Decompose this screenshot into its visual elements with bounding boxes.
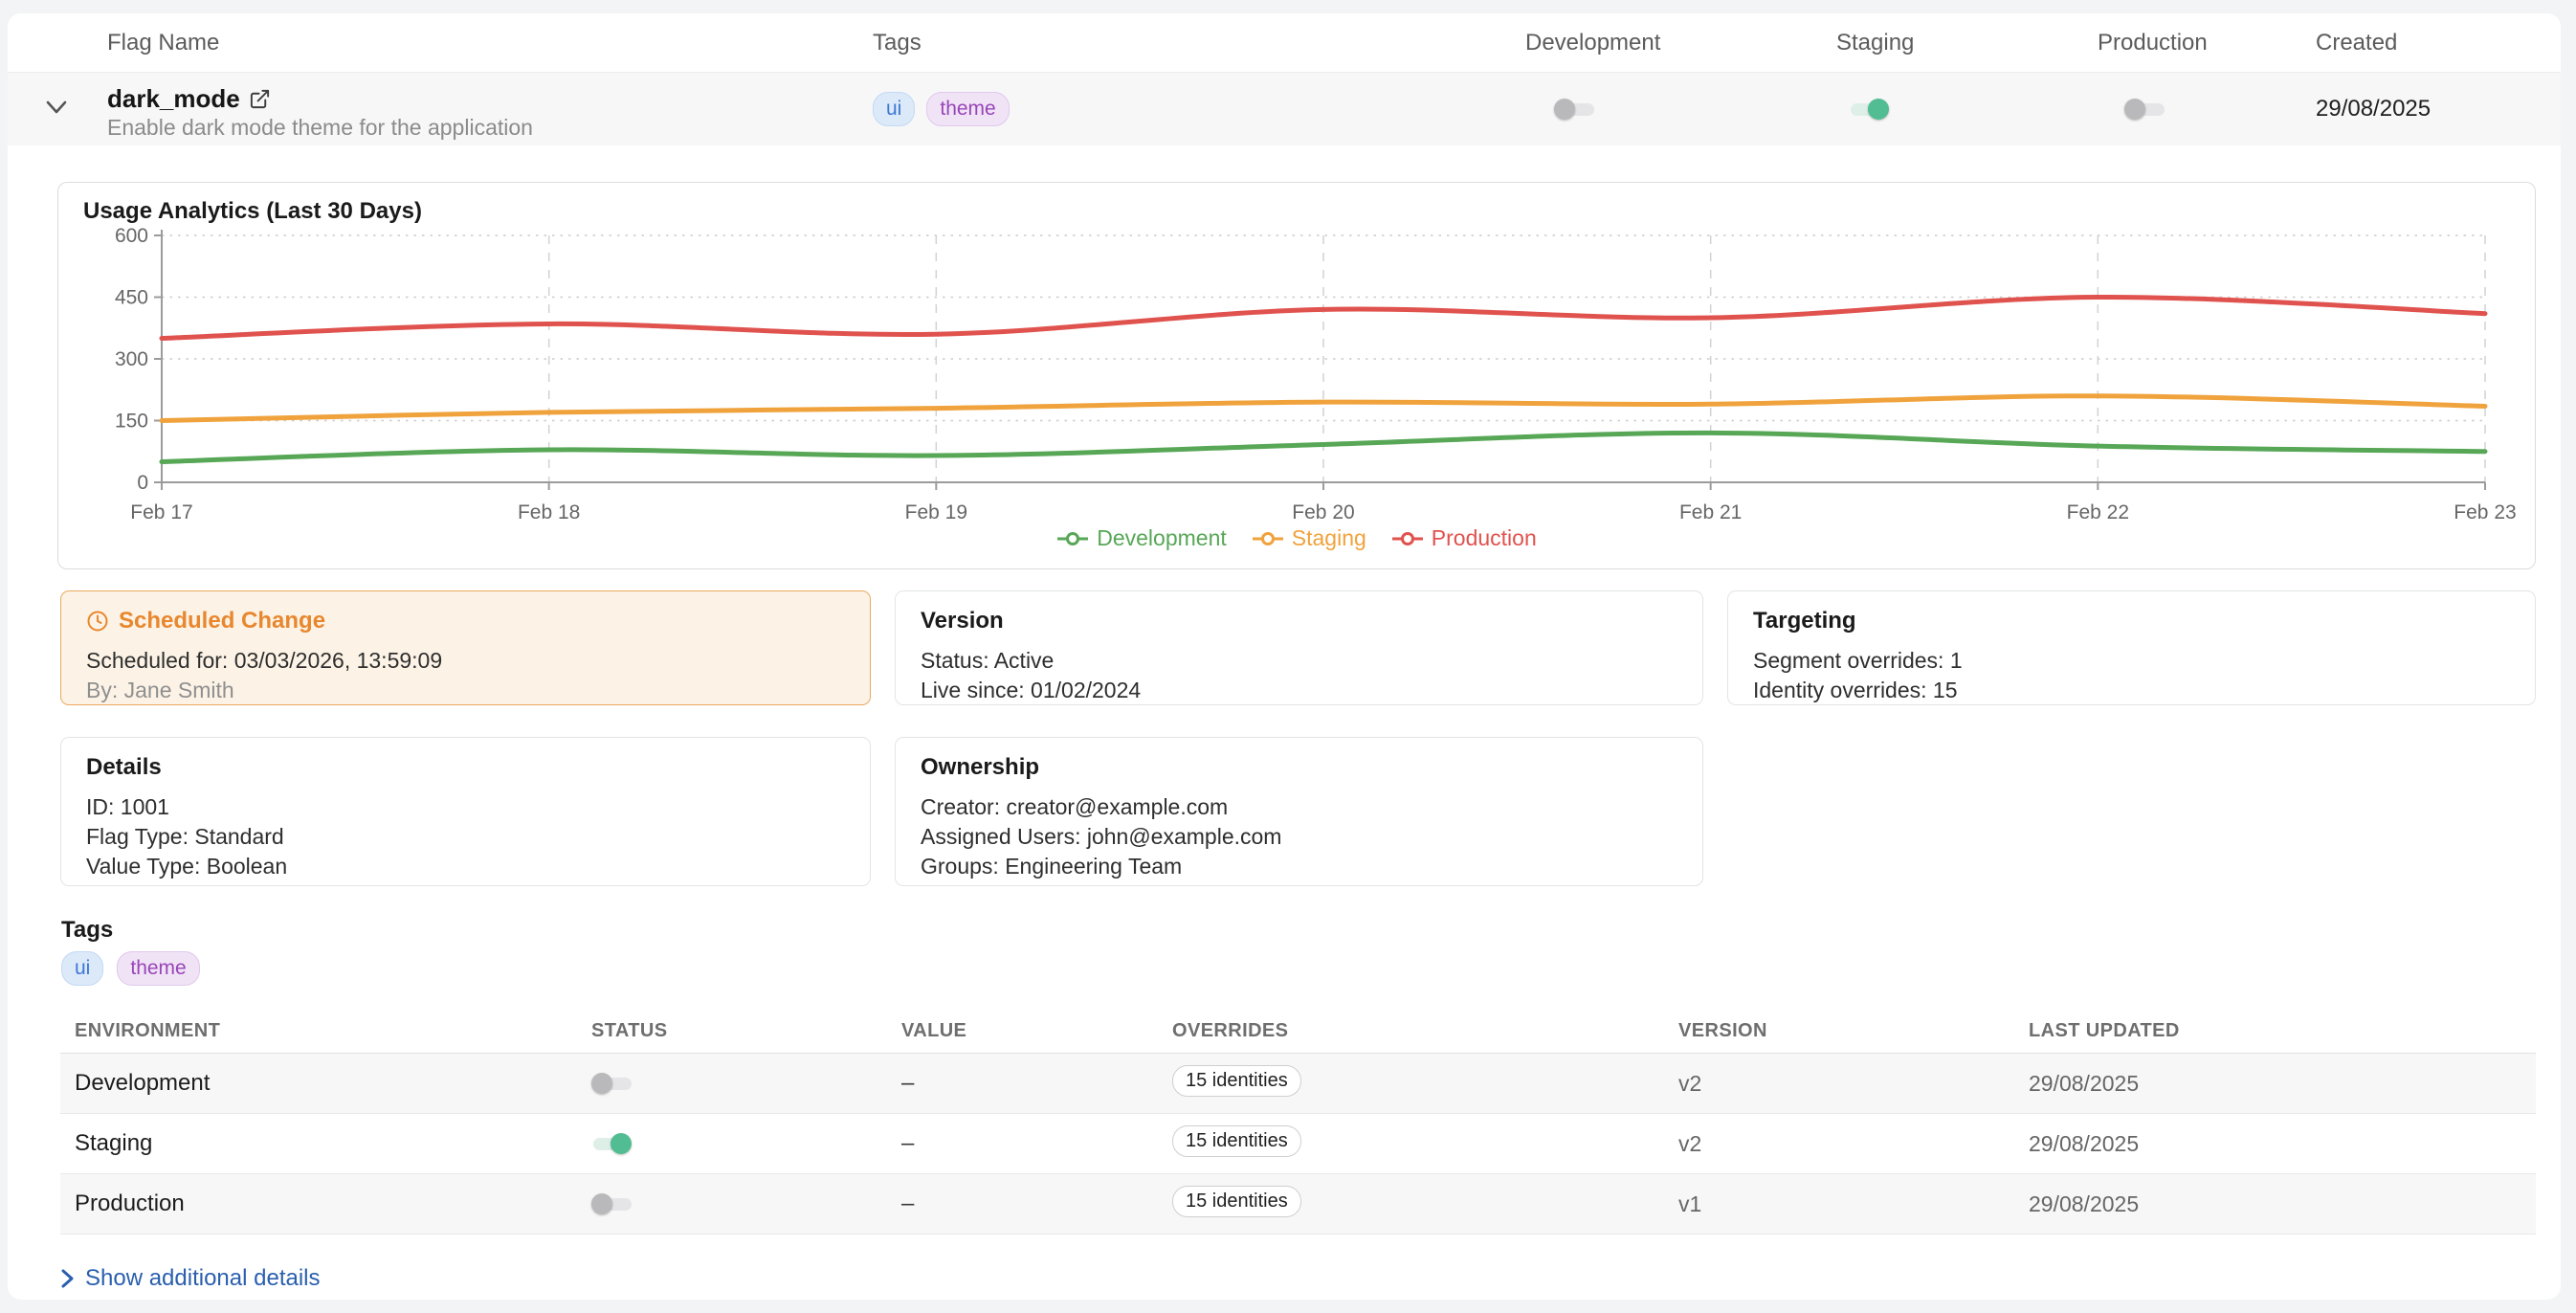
column-status: STATUS bbox=[591, 1020, 667, 1042]
environment-name: Development bbox=[75, 1070, 210, 1097]
version-cell: v1 bbox=[1678, 1191, 1701, 1217]
column-tags: Tags bbox=[873, 13, 922, 72]
column-overrides: OVERRIDES bbox=[1172, 1020, 1288, 1042]
ownership-creator: Creator: creator@example.com bbox=[921, 792, 1677, 822]
column-staging: Staging bbox=[1836, 13, 1914, 72]
version-cell: v2 bbox=[1678, 1071, 1701, 1097]
scheduled-change-title: Scheduled Change bbox=[119, 608, 325, 634]
column-flag-name: Flag Name bbox=[107, 13, 219, 72]
tag-ui: ui bbox=[61, 951, 103, 986]
details-card-title: Details bbox=[86, 754, 845, 781]
flag-table-header: Flag Name Tags Development Staging Produ… bbox=[8, 13, 2561, 73]
version-card: Version Status: Active Live since: 01/02… bbox=[895, 590, 1703, 705]
value-cell: – bbox=[901, 1130, 914, 1157]
created-date: 29/08/2025 bbox=[2316, 73, 2431, 145]
value-cell: – bbox=[901, 1070, 914, 1097]
svg-text:Feb 22: Feb 22 bbox=[2067, 501, 2129, 523]
flag-row-dark-mode[interactable]: dark_mode Enable dark mode theme for the… bbox=[8, 73, 2561, 145]
version-live-since: Live since: 01/02/2024 bbox=[921, 676, 1677, 705]
ownership-assigned-users: Assigned Users: john@example.com bbox=[921, 822, 1677, 852]
environment-table: ENVIRONMENT STATUS VALUE OVERRIDES VERSI… bbox=[60, 1014, 2536, 1235]
usage-analytics-panel: 0 150 300 450 600 Feb 17 Feb 18 Feb 19 Feb 20 Feb… bbox=[57, 182, 2536, 569]
external-link-icon[interactable] bbox=[249, 88, 271, 110]
svg-text:Feb 20: Feb 20 bbox=[1292, 501, 1354, 523]
column-development: Development bbox=[1525, 13, 1660, 72]
version-cell: v2 bbox=[1678, 1131, 1701, 1157]
table-row-staging: Staging – 15 identities v2 29/08/2025 bbox=[60, 1114, 2536, 1174]
usage-analytics-chart: 0 150 300 450 600 Feb 17 Feb 18 Feb 19 Feb 20 Feb… bbox=[58, 183, 2535, 568]
tag-theme: theme bbox=[926, 92, 1009, 126]
svg-text:0: 0 bbox=[137, 472, 148, 494]
details-id: ID: 1001 bbox=[86, 792, 845, 822]
svg-text:450: 450 bbox=[115, 287, 148, 309]
legend-item-development: Development bbox=[1056, 525, 1227, 551]
identity-overrides: Identity overrides: 15 bbox=[1753, 676, 2510, 705]
environment-name: Production bbox=[75, 1191, 185, 1217]
svg-text:Feb 19: Feb 19 bbox=[905, 501, 967, 523]
last-updated-cell: 29/08/2025 bbox=[2029, 1071, 2139, 1097]
chart-title: Usage Analytics (Last 30 Days) bbox=[83, 198, 422, 225]
svg-text:600: 600 bbox=[115, 225, 148, 247]
segment-overrides: Segment overrides: 1 bbox=[1753, 646, 2510, 676]
details-value-type: Value Type: Boolean bbox=[86, 852, 845, 881]
environment-table-header: ENVIRONMENT STATUS VALUE OVERRIDES VERSI… bbox=[60, 1014, 2536, 1054]
column-last-updated: LAST UPDATED bbox=[2029, 1020, 2180, 1042]
tag-ui: ui bbox=[873, 92, 915, 126]
show-additional-details-link[interactable]: Show additional details bbox=[61, 1265, 321, 1292]
last-updated-cell: 29/08/2025 bbox=[2029, 1191, 2139, 1217]
ownership-card-title: Ownership bbox=[921, 754, 1677, 781]
tag-theme: theme bbox=[117, 951, 199, 986]
tags-section-title: Tags bbox=[61, 917, 113, 944]
clock-icon bbox=[86, 610, 109, 633]
show-additional-details-label: Show additional details bbox=[85, 1265, 321, 1292]
svg-text:Feb 17: Feb 17 bbox=[130, 501, 192, 523]
table-row-development: Development – 15 identities v2 29/08/202… bbox=[60, 1054, 2536, 1114]
value-cell: – bbox=[901, 1191, 914, 1217]
column-production: Production bbox=[2098, 13, 2208, 72]
scheduled-change-card: Scheduled Change Scheduled for: 03/03/20… bbox=[60, 590, 871, 705]
svg-text:Feb 18: Feb 18 bbox=[518, 501, 580, 523]
details-flag-type: Flag Type: Standard bbox=[86, 822, 845, 852]
svg-text:Feb 23: Feb 23 bbox=[2454, 501, 2516, 523]
staging-toggle[interactable] bbox=[1849, 98, 1889, 121]
column-value: VALUE bbox=[901, 1020, 966, 1042]
column-version: VERSION bbox=[1678, 1020, 1767, 1042]
svg-text:Feb 21: Feb 21 bbox=[1679, 501, 1742, 523]
last-updated-cell: 29/08/2025 bbox=[2029, 1131, 2139, 1157]
overrides-badge[interactable]: 15 identities bbox=[1172, 1125, 1301, 1157]
targeting-card: Targeting Segment overrides: 1 Identity … bbox=[1727, 590, 2536, 705]
version-status: Status: Active bbox=[921, 646, 1677, 676]
svg-text:300: 300 bbox=[115, 348, 148, 370]
chart-legend: Development Staging Production bbox=[58, 525, 2535, 551]
targeting-card-title: Targeting bbox=[1753, 608, 2510, 634]
flag-detail-panel: Flag Name Tags Development Staging Produ… bbox=[8, 13, 2561, 1300]
ownership-groups: Groups: Engineering Team bbox=[921, 852, 1677, 881]
svg-text:150: 150 bbox=[115, 411, 148, 433]
chevron-down-icon[interactable] bbox=[44, 98, 69, 117]
table-row-production: Production – 15 identities v1 29/08/2025 bbox=[60, 1174, 2536, 1235]
column-environment: ENVIRONMENT bbox=[75, 1020, 220, 1042]
production-toggle[interactable] bbox=[2124, 98, 2165, 121]
scheduled-by-text: By: Jane Smith bbox=[86, 676, 845, 705]
ownership-card: Ownership Creator: creator@example.com A… bbox=[895, 737, 1703, 886]
flag-tags: ui theme bbox=[873, 92, 1010, 126]
flag-name[interactable]: dark_mode bbox=[107, 84, 240, 114]
scheduled-for-text: Scheduled for: 03/03/2026, 13:59:09 bbox=[86, 646, 845, 676]
details-card: Details ID: 1001 Flag Type: Standard Val… bbox=[60, 737, 871, 886]
legend-item-staging: Staging bbox=[1252, 525, 1366, 551]
overrides-badge[interactable]: 15 identities bbox=[1172, 1065, 1301, 1097]
development-toggle[interactable] bbox=[1554, 98, 1594, 121]
staging-status-toggle[interactable] bbox=[591, 1132, 632, 1155]
version-card-title: Version bbox=[921, 608, 1677, 634]
overrides-badge[interactable]: 15 identities bbox=[1172, 1186, 1301, 1217]
development-status-toggle[interactable] bbox=[591, 1072, 632, 1095]
flag-description: Enable dark mode theme for the applicati… bbox=[107, 115, 533, 141]
production-status-toggle[interactable] bbox=[591, 1192, 632, 1215]
environment-name: Staging bbox=[75, 1130, 152, 1157]
tags-section-list: ui theme bbox=[61, 951, 200, 986]
chevron-right-icon bbox=[61, 1268, 74, 1289]
legend-item-production: Production bbox=[1391, 525, 1537, 551]
column-created: Created bbox=[2316, 13, 2397, 72]
